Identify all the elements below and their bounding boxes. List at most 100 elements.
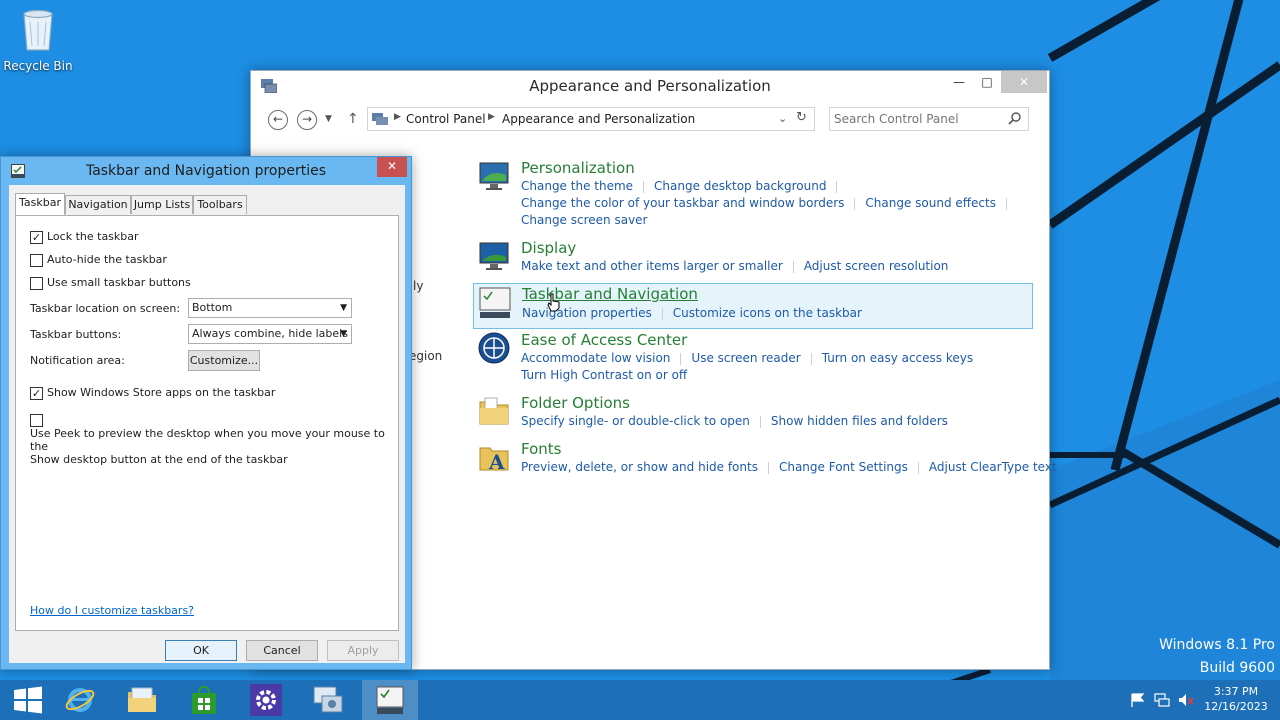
- control-panel-crumb-icon: [372, 113, 388, 125]
- change-sound-effects-link[interactable]: Change sound effects: [865, 196, 996, 210]
- search-box[interactable]: [829, 107, 1029, 131]
- peek-label-line2: Show desktop button at the end of the ta…: [30, 453, 288, 466]
- change-screen-saver-link[interactable]: Change screen saver: [521, 213, 648, 227]
- change-font-settings-link[interactable]: Change Font Settings: [779, 460, 908, 474]
- change-theme-link[interactable]: Change the theme: [521, 179, 633, 193]
- taskbar-internet-explorer[interactable]: [52, 680, 108, 720]
- taskbar-windows-store[interactable]: [176, 680, 232, 720]
- make-text-larger-link[interactable]: Make text and other items larger or smal…: [521, 259, 783, 273]
- folder-options-icon: [479, 397, 509, 425]
- settings-gear-icon: [250, 684, 282, 716]
- minimize-button[interactable]: —: [945, 71, 973, 93]
- auto-hide-checkbox[interactable]: [30, 253, 43, 267]
- single-double-click-link[interactable]: Specify single- or double-click to open: [521, 414, 750, 428]
- customize-help-link[interactable]: How do I customize taskbars?: [30, 604, 194, 617]
- maximize-button[interactable]: □: [973, 71, 1001, 93]
- adjust-screen-resolution-link[interactable]: Adjust screen resolution: [804, 259, 949, 273]
- ease-of-access-icon: [478, 332, 510, 364]
- change-desktop-background-link[interactable]: Change desktop background: [654, 179, 826, 193]
- taskbar-buttons-select[interactable]: Always combine, hide labels ▼: [188, 324, 352, 344]
- system-clock[interactable]: 3:37 PM 12/16/2023: [1196, 684, 1276, 714]
- category-taskbar-navigation[interactable]: Taskbar and Navigation Navigation proper…: [473, 283, 1033, 329]
- accommodate-low-vision-link[interactable]: Accommodate low vision: [521, 351, 670, 365]
- taskbar-navigation-icon: [479, 287, 511, 318]
- ok-button[interactable]: OK: [165, 640, 237, 661]
- start-button[interactable]: [0, 680, 56, 720]
- tab-taskbar[interactable]: Taskbar: [15, 193, 65, 215]
- breadcrumb-separator: ▶: [394, 112, 401, 122]
- internet-explorer-icon: [65, 688, 95, 712]
- fonts-icon: A: [479, 447, 509, 474]
- display-title[interactable]: Display: [521, 239, 576, 257]
- recycle-bin-shortcut[interactable]: Recycle Bin: [2, 6, 74, 76]
- dialog-titlebar[interactable]: Taskbar and Navigation properties ✕: [1, 157, 411, 185]
- hand-cursor-icon: [547, 293, 560, 312]
- taskbar-buttons-label: Taskbar buttons:: [30, 328, 122, 341]
- change-taskbar-color-link[interactable]: Change the color of your taskbar and win…: [521, 196, 844, 210]
- left-nav-fragment[interactable]: egion: [409, 349, 442, 363]
- display-icon: [479, 242, 509, 270]
- breadcrumb-control-panel[interactable]: Control Panel: [406, 112, 486, 126]
- apply-button[interactable]: Apply: [327, 640, 399, 661]
- left-nav-fragment[interactable]: ly: [413, 279, 423, 293]
- customize-button[interactable]: Customize...: [188, 350, 260, 371]
- lock-taskbar-checkbox[interactable]: ✓: [30, 230, 43, 244]
- clock-time: 3:37 PM: [1213, 685, 1259, 698]
- peek-label-line1: Use Peek to preview the desktop when you…: [30, 427, 385, 453]
- control-panel-titlebar[interactable]: Appearance and Personalization — □ ✕: [251, 71, 1049, 101]
- refresh-icon[interactable]: ↻: [796, 110, 807, 125]
- navigation-properties-link[interactable]: Navigation properties: [522, 306, 652, 320]
- forward-button[interactable]: →: [297, 110, 317, 130]
- network-icon[interactable]: [1154, 693, 1170, 707]
- back-button[interactable]: ←: [268, 110, 288, 130]
- folder-options-title[interactable]: Folder Options: [521, 394, 630, 412]
- address-bar[interactable]: ▶ Control Panel ▶ Appearance and Persona…: [367, 107, 815, 131]
- recycle-bin-icon: [23, 9, 53, 51]
- small-buttons-label: Use small taskbar buttons: [47, 276, 191, 289]
- personalization-title[interactable]: Personalization: [521, 159, 635, 177]
- taskbar-properties-app[interactable]: [362, 680, 418, 720]
- peek-row[interactable]: Use Peek to preview the desktop when you…: [30, 408, 398, 466]
- breadcrumb-appearance[interactable]: Appearance and Personalization: [502, 112, 695, 126]
- show-hidden-files-link[interactable]: Show hidden files and folders: [771, 414, 948, 428]
- volume-muted-icon[interactable]: [1178, 693, 1194, 707]
- tab-navigation[interactable]: Navigation: [65, 195, 131, 214]
- category-ease-of-access: Ease of Access Center Accommodate low vi…: [473, 331, 1033, 387]
- auto-hide-row[interactable]: Auto-hide the taskbar: [30, 253, 167, 267]
- store-apps-checkbox[interactable]: ✓: [30, 386, 43, 400]
- action-center-flag-icon[interactable]: [1130, 693, 1146, 707]
- search-input[interactable]: [834, 110, 1004, 128]
- preview-fonts-link[interactable]: Preview, delete, or show and hide fonts: [521, 460, 758, 474]
- taskbar-control-panel[interactable]: [300, 680, 356, 720]
- file-explorer-icon: [128, 687, 156, 712]
- up-button[interactable]: ↑: [347, 111, 359, 127]
- customize-taskbar-icons-link[interactable]: Customize icons on the taskbar: [673, 306, 862, 320]
- tab-toolbars[interactable]: Toolbars: [193, 195, 247, 214]
- cancel-button[interactable]: Cancel: [246, 640, 318, 661]
- taskbar-settings[interactable]: [238, 680, 294, 720]
- svg-text:A: A: [488, 450, 505, 474]
- tab-jump-lists[interactable]: Jump Lists: [131, 195, 193, 214]
- dialog-title: Taskbar and Navigation properties: [85, 163, 327, 179]
- recent-locations-dropdown[interactable]: ▼: [325, 114, 332, 124]
- taskbar-file-explorer[interactable]: [114, 680, 170, 720]
- easy-access-keys-link[interactable]: Turn on easy access keys: [822, 351, 973, 365]
- store-apps-row[interactable]: ✓ Show Windows Store apps on the taskbar: [30, 386, 275, 400]
- small-buttons-checkbox[interactable]: [30, 276, 43, 290]
- ease-of-access-title[interactable]: Ease of Access Center: [521, 331, 687, 349]
- use-screen-reader-link[interactable]: Use screen reader: [691, 351, 800, 365]
- adjust-cleartype-link[interactable]: Adjust ClearType text: [929, 460, 1057, 474]
- taskbar-buttons-value: Always combine, hide labels: [192, 327, 348, 340]
- search-icon[interactable]: [1008, 111, 1022, 125]
- lock-taskbar-row[interactable]: ✓ Lock the taskbar: [30, 230, 139, 244]
- high-contrast-link[interactable]: Turn High Contrast on or off: [521, 368, 687, 382]
- breadcrumb-separator: ▶: [488, 112, 495, 122]
- peek-checkbox[interactable]: [30, 414, 43, 427]
- address-dropdown-icon[interactable]: ⌄: [778, 112, 787, 125]
- close-button[interactable]: ✕: [1001, 71, 1047, 93]
- category-display: Display Make text and other items larger…: [473, 239, 1033, 277]
- dialog-close-button[interactable]: ✕: [377, 157, 407, 177]
- fonts-title[interactable]: Fonts: [521, 440, 561, 458]
- location-select[interactable]: Bottom ▼: [188, 298, 352, 318]
- small-buttons-row[interactable]: Use small taskbar buttons: [30, 276, 191, 290]
